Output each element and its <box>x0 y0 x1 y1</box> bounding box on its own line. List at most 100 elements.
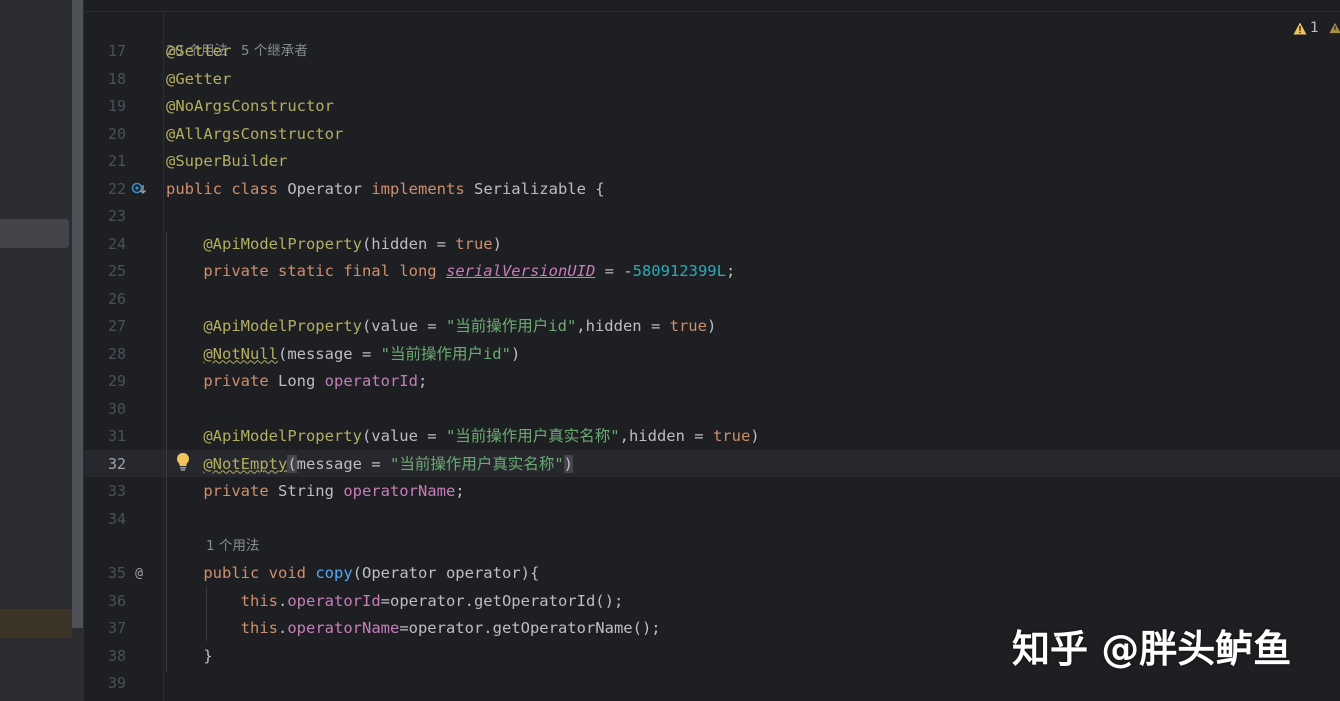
code-line: 21 @SuperBuilder <box>0 148 1340 175</box>
line-number: 34 <box>107 509 126 528</box>
code-text[interactable]: @ApiModelProperty(value = "当前操作用户真实名称",h… <box>166 423 759 450</box>
code-token: @ApiModelProperty <box>203 234 362 253</box>
code-text[interactable]: public void copy(Operator operator){ <box>166 560 539 587</box>
code-token: public <box>203 564 269 582</box>
code-token: message = <box>296 454 390 473</box>
code-text[interactable]: @NotEmpty(message = "当前操作用户真实名称") <box>166 451 574 478</box>
code-token: @SuperBuilder <box>166 152 288 170</box>
line-number: 17 <box>107 42 126 60</box>
code-token: class <box>231 179 288 198</box>
inspection-warnings-widget[interactable]: 1 <box>1293 18 1319 38</box>
code-text[interactable]: private static final long serialVersionU… <box>166 258 735 285</box>
code-text[interactable]: @NoArgsConstructor <box>166 93 334 120</box>
line-number: 23 <box>107 207 126 225</box>
code-token: final <box>343 262 400 280</box>
code-token: private <box>203 262 278 280</box>
code-token: } <box>166 646 213 665</box>
code-text[interactable]: @SuperBuilder <box>166 148 287 175</box>
code-token: private <box>203 372 278 390</box>
code-token: ) <box>563 454 574 473</box>
code-line: 25 private static final long serialVersi… <box>0 258 1340 285</box>
code-text[interactable]: @Getter <box>166 66 231 93</box>
weak-warning-icon[interactable] <box>1329 18 1340 38</box>
code-token: operatorId <box>287 591 381 610</box>
lightbulb-icon[interactable] <box>175 452 191 472</box>
code-line: 19 @NoArgsConstructor <box>0 93 1340 120</box>
code-text[interactable]: @Setter <box>166 38 231 65</box>
code-token: @Setter <box>166 42 232 60</box>
code-text[interactable]: private Long operatorId; <box>166 368 427 395</box>
implementation-marker-icon[interactable] <box>131 181 147 197</box>
code-token: ) <box>492 234 502 253</box>
code-line: 23 <box>0 203 1340 230</box>
line-number: 30 <box>107 399 126 418</box>
code-token: public <box>166 179 232 198</box>
line-number: 37 <box>107 619 126 637</box>
line-number: 29 <box>107 372 126 390</box>
code-text[interactable]: public class Operator implements Seriali… <box>166 176 605 203</box>
code-token: 580912399L <box>632 262 726 280</box>
line-number: 39 <box>107 674 126 692</box>
code-token: =operator.getOperatorId(); <box>380 591 624 610</box>
code-token: operatorName <box>343 482 456 500</box>
code-token: (Operator operator){ <box>352 564 540 582</box>
code-line: 20 @AllArgsConstructor <box>0 121 1340 148</box>
code-hint-row: 20 个用法 5 个继承者 <box>0 11 1340 59</box>
code-line: 34 <box>0 506 1340 533</box>
code-line: 26 <box>0 286 1340 313</box>
code-text[interactable]: @AllArgsConstructor <box>166 121 343 148</box>
code-text[interactable]: } <box>166 643 213 670</box>
code-line: 24 @ApiModelProperty(hidden = true) <box>0 231 1340 258</box>
code-token: long <box>399 262 446 280</box>
code-token: this <box>240 619 278 637</box>
code-token: ,hidden = <box>576 317 670 335</box>
code-line: 36 this.operatorId=operator.getOperatorI… <box>0 588 1340 615</box>
code-token: ) <box>510 344 521 363</box>
line-number: 24 <box>107 234 126 253</box>
code-line: 29 private Long operatorId; <box>0 368 1340 395</box>
warning-count: 1 <box>1310 20 1319 36</box>
code-line: 39 <box>0 670 1340 697</box>
code-token: this <box>240 591 278 610</box>
code-text[interactable]: @ApiModelProperty(value = "当前操作用户id",hid… <box>166 313 716 340</box>
line-number: 20 <box>107 124 126 143</box>
code-token: static <box>277 262 344 280</box>
code-text[interactable]: this.operatorName=operator.getOperatorNa… <box>166 615 661 642</box>
code-token: =operator.getOperatorName(); <box>399 619 661 637</box>
code-text[interactable]: this.operatorId=operator.getOperatorId()… <box>166 588 624 615</box>
code-token: Operator <box>287 179 372 198</box>
code-token: "当前操作用户真实名称" <box>445 427 620 445</box>
code-token: copy <box>315 564 353 582</box>
code-line: 30 <box>0 396 1340 423</box>
code-text[interactable]: private String operatorName; <box>166 478 464 505</box>
code-token: void <box>268 564 316 582</box>
line-number: 19 <box>107 97 126 115</box>
line-number: 36 <box>107 591 126 610</box>
code-token: true <box>669 317 707 335</box>
code-token: implements <box>371 179 474 198</box>
annotation-at-icon[interactable]: @ <box>131 566 147 582</box>
code-text[interactable]: @ApiModelProperty(hidden = true) <box>166 231 502 258</box>
line-number: 28 <box>107 344 126 363</box>
code-text[interactable]: @NotNull(message = "当前操作用户id") <box>166 341 520 368</box>
code-token: ( <box>287 454 297 473</box>
code-token: operatorId <box>324 372 418 390</box>
code-token: serialVersionUID <box>445 262 596 280</box>
code-token: @ApiModelProperty <box>203 317 362 335</box>
line-number: 22 <box>107 179 126 198</box>
code-line: 22 public class Operator implements Seria… <box>0 176 1340 203</box>
code-token: ; <box>725 262 736 280</box>
code-token: (hidden = <box>361 234 456 253</box>
code-token: @AllArgsConstructor <box>166 124 344 143</box>
line-number: 27 <box>107 317 126 335</box>
usages-hint[interactable]: 1 个用法 <box>206 533 259 560</box>
code-token: . <box>277 619 288 637</box>
warning-triangle-icon <box>1293 22 1307 34</box>
code-token: @NoArgsConstructor <box>166 97 334 115</box>
